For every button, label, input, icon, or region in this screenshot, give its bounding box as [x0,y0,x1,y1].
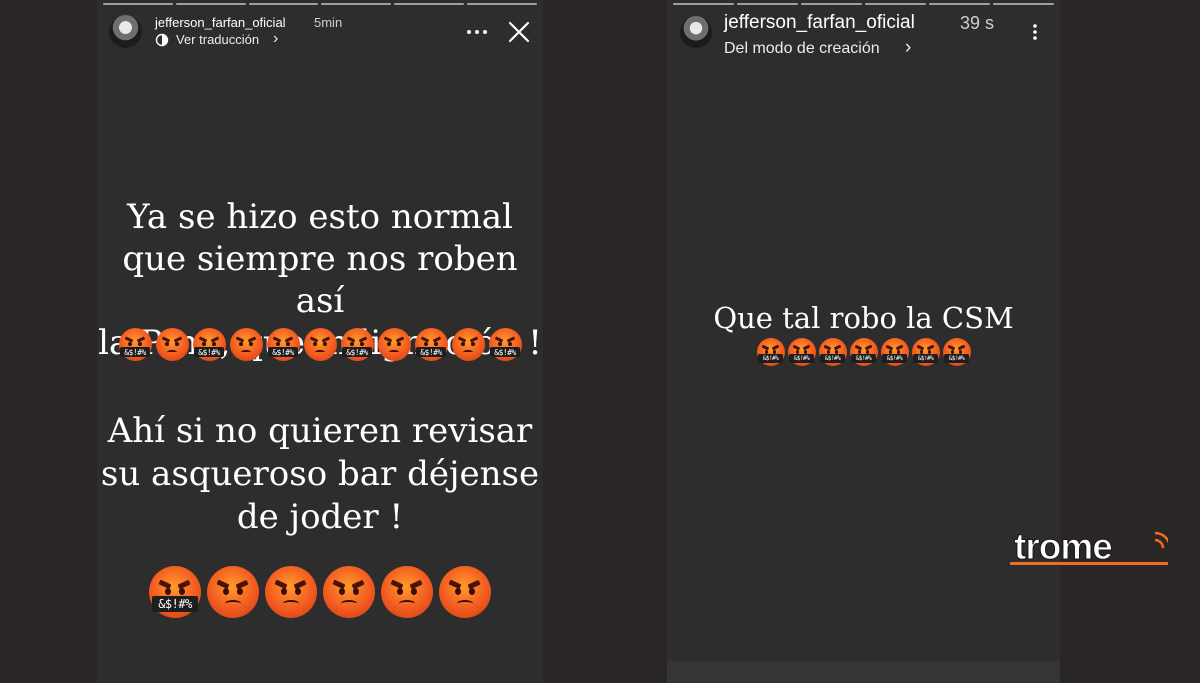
cursing-face-emoji: &$!#% [149,566,201,618]
avatar[interactable] [109,15,142,48]
grawlix-text: &$!#% [416,347,446,358]
username[interactable]: jefferson_farfan_oficial [724,12,915,34]
cursing-face-emoji: &$!#% [488,328,522,361]
angry-face-emoji [381,566,433,618]
creation-mode-label: Del modo de creación [724,40,880,57]
story-text: Que tal robo la CSM [713,301,1014,335]
grawlix-text: &$!#% [120,347,150,358]
grawlix-text: &$!#% [913,354,938,363]
avatar[interactable] [680,16,712,48]
cursing-face-emoji: &$!#% [192,328,226,361]
story-panel-left[interactable]: jefferson_farfan_oficial 5min Ver traduc… [97,0,543,683]
angry-face-emoji [155,328,189,361]
cursing-face-emoji: &$!#% [818,338,847,366]
close-icon[interactable] [507,20,531,44]
post-time: 5min [314,15,343,30]
angry-face-emoji [229,328,263,361]
story-text-line: su asqueroso bar déjense [100,454,540,494]
story-reply-bar[interactable] [667,661,1060,683]
cursing-face-emoji: &$!#% [266,328,300,361]
angry-face-emoji [323,566,375,618]
grawlix-text: &$!#% [820,354,845,363]
svg-text:trome: trome [1014,526,1112,566]
cursing-face-emoji: &$!#% [414,328,448,361]
grawlix-text: &$!#% [882,354,907,363]
cursing-face-emoji: &$!#% [911,338,940,366]
translate-label: Ver traducción [176,32,260,47]
translate-icon [155,33,169,47]
emoji-row: &$!#% &$!#% &$!#% &$!#% &$!#% &$!#% [97,328,543,361]
story-text-2: Ahí si no quieren revisar su asqueroso b… [97,410,543,539]
story-text-line: de joder ! [236,497,404,537]
grawlix-text: &$!#% [490,347,520,358]
emoji-row: &$!#% [97,566,543,618]
grawlix-text: &$!#% [758,354,783,363]
trome-logo: trome [1010,526,1168,566]
story-progress-bar [673,3,1054,5]
angry-face-emoji [439,566,491,618]
cursing-face-emoji: &$!#% [787,338,816,366]
cursing-face-emoji: &$!#% [118,328,152,361]
username[interactable]: jefferson_farfan_oficial [155,15,286,30]
post-time: 39 s [960,13,995,33]
story-panel-right[interactable]: jefferson_farfan_oficial 39 s Del modo d… [667,0,1060,683]
grawlix-text: &$!#% [268,347,298,358]
story-text-line: que siempre nos roben así [122,239,518,321]
grawlix-text: &$!#% [342,347,372,358]
more-horizontal-icon[interactable] [466,28,488,36]
angry-face-emoji [265,566,317,618]
angry-face-emoji [377,328,411,361]
grawlix-text: &$!#% [944,354,969,363]
angry-face-emoji [451,328,485,361]
angry-face-emoji [207,566,259,618]
cursing-face-emoji: &$!#% [942,338,971,366]
cursing-face-emoji: &$!#% [756,338,785,366]
cursing-face-emoji: &$!#% [880,338,909,366]
angry-face-emoji [303,328,337,361]
cursing-face-emoji: &$!#% [849,338,878,366]
grawlix-text: &$!#% [194,347,224,358]
chevron-right-icon: › [905,37,912,58]
story-text-line: Ya se hizo esto normal [127,197,513,237]
cursing-face-emoji: &$!#% [340,328,374,361]
story-progress-bar [103,3,537,5]
story-text-line: Ahí si no quieren revisar [107,411,533,451]
chevron-right-icon: › [273,30,279,47]
grawlix-text: &$!#% [789,354,814,363]
grawlix-text: &$!#% [851,354,876,363]
more-vertical-icon[interactable] [1032,23,1038,41]
grawlix-text: &$!#% [152,596,198,612]
emoji-row: &$!#% &$!#% &$!#% &$!#% &$!#% &$!#% &$!#% [667,338,1060,366]
